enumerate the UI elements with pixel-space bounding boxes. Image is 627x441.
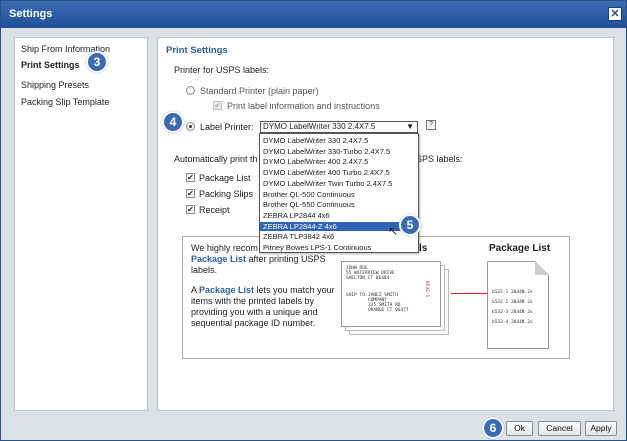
list-line: b532-2 2044N 2x — [492, 300, 533, 305]
standard-printer-label: Standard Printer (plain paper) — [200, 86, 319, 96]
step-badge-6: 6 — [482, 417, 504, 439]
title-bar: Settings ✕ — [1, 1, 626, 28]
printer-option[interactable]: DYMO LabelWriter 330-Turbo 2.4X7.5 — [260, 147, 418, 156]
package-list-link-2[interactable]: Package List — [199, 285, 254, 295]
printer-option[interactable]: DYMO LabelWriter 400 2.4X7.5 — [260, 157, 418, 166]
apply-button[interactable]: Apply — [585, 421, 617, 436]
step-badge-5: 5 — [399, 214, 421, 236]
label-illustration: JOHN DOE 55 WATERVIEW DRIVE SHELTON CT 0… — [341, 261, 451, 337]
step-badge-3: 3 — [86, 51, 108, 73]
mini-label-ship-to: SHIP TO: — [346, 293, 368, 298]
info-line-3: labels. — [191, 265, 218, 275]
package-list-info-box: We highly recom Package List after print… — [182, 236, 570, 359]
printer-option[interactable]: Brother QL-550 Continuous — [260, 200, 418, 209]
chevron-down-icon: ▼ — [406, 122, 414, 131]
labels-heading: ls — [419, 243, 428, 254]
printer-for-usps-label: Printer for USPS labels: — [174, 65, 270, 75]
printer-option[interactable]: Pitney Bowes LPS-1 Continuous — [260, 243, 418, 252]
panel-title: Print Settings — [166, 45, 228, 56]
printer-option[interactable]: DYMO LabelWriter Twin Turbo 2.4X7.5 — [260, 179, 418, 188]
printer-option[interactable]: ZEBRA LP2844 4x6 — [260, 211, 418, 220]
nav-item-shipping-presets[interactable]: Shipping Presets — [21, 80, 89, 90]
help-icon[interactable]: ? — [426, 120, 436, 130]
package-list-check-label: Package List — [199, 173, 251, 183]
mouse-pointer-icon: ↖ — [388, 224, 399, 238]
label-printer-select[interactable]: DYMO LabelWriter 330 2.4X7.5 ▼ — [260, 121, 418, 133]
info-para2-line2: items with the printed labels by — [191, 296, 315, 306]
label-printer-radio[interactable] — [186, 122, 195, 131]
info-para2-line3: providing you with a unique and — [191, 307, 318, 317]
auto-print-label-right: SPS labels: — [416, 154, 463, 164]
print-label-info-label: Print label information and instructions — [227, 101, 380, 111]
packing-slips-check-label: Packing Slips — [199, 189, 254, 199]
receipt-checkbox[interactable]: ✔ — [186, 205, 195, 214]
nav-item-print-settings[interactable]: Print Settings — [21, 60, 80, 70]
list-line: b532-1 2044N 2x — [492, 290, 533, 295]
info-line-1: We highly recom — [191, 243, 258, 253]
mini-label-recipient: JANEZ SMITH COMPANY 335 SMITH RD ORANGE … — [368, 293, 409, 313]
close-icon[interactable]: ✕ — [608, 7, 622, 21]
window-title: Settings — [9, 8, 53, 20]
settings-nav: Ship From Information Print Settings Shi… — [14, 37, 148, 411]
mini-label-code: b532-1 — [424, 281, 429, 298]
package-list-heading: Package List — [489, 243, 551, 254]
ok-button[interactable]: Ok — [506, 421, 533, 436]
list-line: b532-4 2044N 2x — [492, 320, 533, 325]
package-list-checkbox[interactable]: ✔ — [186, 173, 195, 182]
standard-printer-radio[interactable] — [186, 86, 195, 95]
info-para2-line1: A Package List lets you match your — [191, 285, 335, 295]
auto-print-label-left: Automatically print th — [174, 154, 258, 164]
info-para2-line4: sequential package ID number. — [191, 318, 316, 328]
nav-item-packing-slip-template[interactable]: Packing Slip Template — [21, 97, 109, 107]
match-arrow — [451, 293, 487, 294]
printer-option[interactable]: Brother QL-500 Continuous — [260, 190, 418, 199]
package-list-illustration: b532-1 2044N 2x b532-2 2044N 2x b532-3 2… — [487, 261, 549, 349]
list-line: b532-3 2044N 2x — [492, 310, 533, 315]
label-printer-label: Label Printer: — [200, 122, 254, 132]
printer-option[interactable]: DYMO LabelWriter 400 Turbo 2.4X7.5 — [260, 168, 418, 177]
mini-label-sender: JOHN DOE 55 WATERVIEW DRIVE SHELTON CT 0… — [346, 266, 395, 281]
print-label-info-checkbox[interactable]: ✔ — [213, 101, 222, 110]
printer-option[interactable]: DYMO LabelWriter 330 2.4X7.5 — [260, 136, 418, 145]
step-badge-4: 4 — [162, 111, 184, 133]
receipt-check-label: Receipt — [199, 205, 230, 215]
label-printer-select-value: DYMO LabelWriter 330 2.4X7.5 — [263, 122, 376, 131]
package-list-link[interactable]: Package List — [191, 254, 246, 264]
cancel-button[interactable]: Cancel — [538, 421, 581, 436]
settings-window: Settings ✕ Ship From Information Print S… — [0, 0, 627, 441]
print-settings-panel: Print Settings Printer for USPS labels: … — [157, 37, 614, 411]
info-line-2: Package List after printing USPS — [191, 254, 326, 264]
packing-slips-checkbox[interactable]: ✔ — [186, 189, 195, 198]
